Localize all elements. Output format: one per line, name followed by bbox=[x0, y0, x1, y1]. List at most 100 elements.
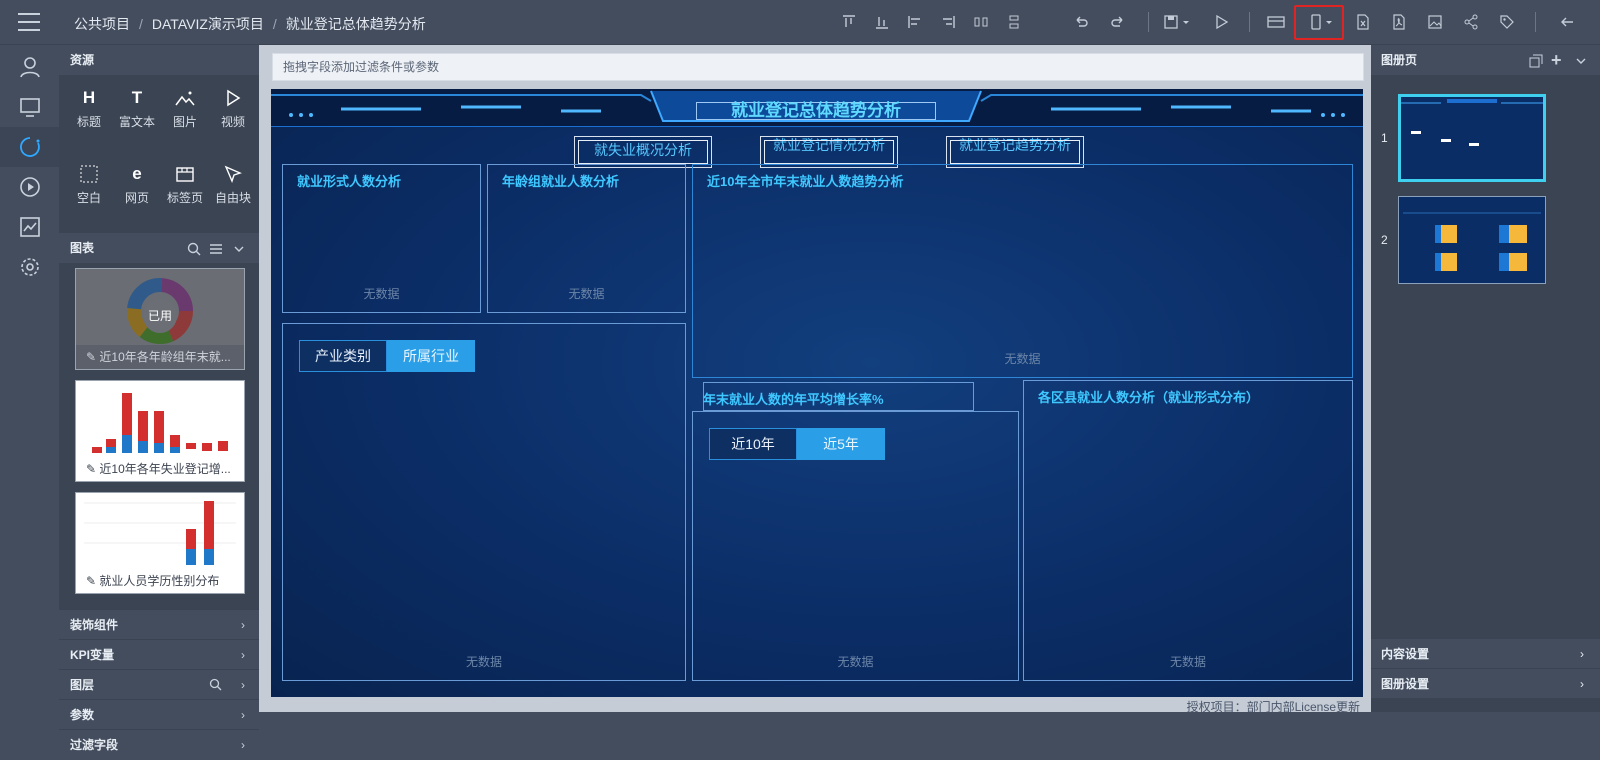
chart-list: 已用 ✎ 近10年各年龄组年末就... ✎ 近10年各年失业登记增... ✎ 就… bbox=[59, 263, 259, 609]
redo-icon[interactable] bbox=[1109, 13, 1127, 31]
toolbar-divider bbox=[1148, 12, 1149, 32]
page-number: 1 bbox=[1381, 131, 1388, 145]
dashboard-title[interactable]: 就业登记总体趋势分析 bbox=[696, 102, 936, 120]
align-right-icon[interactable] bbox=[939, 13, 957, 31]
chevron-right-icon: › bbox=[241, 738, 245, 752]
section-kpi[interactable]: KPI变量 › bbox=[59, 639, 259, 669]
seg-sector[interactable]: 所属行业 bbox=[387, 340, 475, 372]
section-filter-fields[interactable]: 过滤字段 › bbox=[59, 729, 259, 759]
right-panel: 图册页 + 1 2 内容设置 › 图册设置 › bbox=[1371, 45, 1600, 712]
panel-employment-form[interactable]: 就业形式人数分析 无数据 bbox=[282, 164, 481, 313]
resources-grid: H 标题 T 富文本 图片 视频 空白 e 网页 标签页 自由块 bbox=[59, 75, 259, 233]
resource-webpage[interactable]: e 网页 bbox=[113, 161, 161, 233]
charts-header: 图表 bbox=[59, 233, 259, 263]
tag-icon[interactable] bbox=[1498, 13, 1516, 31]
distribute-vertical-icon[interactable] bbox=[1005, 13, 1023, 31]
page-preview bbox=[1403, 212, 1541, 271]
seg-5yr[interactable]: 近5年 bbox=[797, 428, 885, 460]
resource-tabpage[interactable]: 标签页 bbox=[161, 161, 209, 233]
resource-image[interactable]: 图片 bbox=[161, 85, 209, 157]
align-left-icon[interactable] bbox=[906, 13, 924, 31]
trend-chart-icon[interactable] bbox=[0, 207, 59, 247]
panel-industry[interactable]: 产业类别 所属行业 无数据 bbox=[282, 323, 686, 681]
dashboard-icon[interactable] bbox=[0, 127, 59, 167]
share-icon[interactable] bbox=[1462, 13, 1480, 31]
screen-icon[interactable] bbox=[0, 87, 59, 127]
panel-county[interactable]: 各区县就业人数分析（就业形式分布） 无数据 bbox=[1023, 380, 1353, 681]
menu-icon[interactable] bbox=[18, 13, 40, 31]
tab-icon bbox=[172, 161, 198, 187]
section-params[interactable]: 参数 › bbox=[59, 699, 259, 729]
resource-richtext[interactable]: T 富文本 bbox=[113, 85, 161, 157]
canvas-area: 拖拽字段添加过滤条件或参数 就业登记总体趋势分析 就失业概况分析 就业登记情况分… bbox=[259, 45, 1371, 714]
resource-video[interactable]: 视频 bbox=[209, 85, 257, 157]
panel-growth-rate[interactable]: 近10年 近5年 无数据 bbox=[692, 411, 1019, 681]
undo-icon[interactable] bbox=[1072, 13, 1090, 31]
add-page-icon[interactable]: + bbox=[1551, 45, 1562, 75]
chart-thumb-caption: ✎ 近10年各年龄组年末就... bbox=[76, 345, 244, 369]
chevron-down-icon[interactable] bbox=[1575, 45, 1587, 75]
resource-freeblock[interactable]: 自由块 bbox=[209, 161, 257, 233]
preview-play-icon[interactable] bbox=[1212, 13, 1230, 31]
align-top-icon[interactable] bbox=[840, 13, 858, 31]
edit-icon: ✎ bbox=[86, 574, 100, 588]
chart-thumb[interactable]: ✎ 就业人员学历性别分布 bbox=[75, 492, 245, 594]
toolbar-divider bbox=[1249, 12, 1250, 32]
chart-thumb[interactable]: 已用 ✎ 近10年各年龄组年末就... bbox=[75, 268, 245, 370]
no-data-text: 无数据 bbox=[1004, 352, 1041, 366]
breadcrumb-root[interactable]: 公共项目 bbox=[74, 16, 130, 32]
export-excel-icon[interactable] bbox=[1354, 13, 1372, 31]
edit-icon: ✎ bbox=[86, 462, 100, 476]
filter-drop-zone[interactable]: 拖拽字段添加过滤条件或参数 bbox=[272, 53, 1364, 81]
page-thumb-2[interactable] bbox=[1398, 196, 1546, 284]
panel-10yr-trend[interactable]: 近10年全市年末就业人数趋势分析 无数据 bbox=[692, 164, 1353, 378]
pc-view-icon[interactable] bbox=[1267, 13, 1285, 31]
chart-thumb-caption: ✎ 近10年各年失业登记增... bbox=[76, 457, 244, 481]
chevron-down-icon[interactable] bbox=[233, 233, 245, 263]
no-data-text: 无数据 bbox=[1169, 655, 1206, 669]
blank-icon bbox=[76, 161, 102, 187]
resource-title[interactable]: H 标题 bbox=[65, 85, 113, 157]
chevron-right-icon: › bbox=[1580, 647, 1584, 661]
panel-age-group[interactable]: 年龄组就业人数分析 无数据 bbox=[487, 164, 686, 313]
highlight-box bbox=[1294, 5, 1344, 40]
save-menu-icon[interactable] bbox=[1163, 13, 1193, 31]
export-pdf-icon[interactable] bbox=[1390, 13, 1408, 31]
seg-10yr[interactable]: 近10年 bbox=[709, 428, 797, 460]
used-badge: 已用 bbox=[143, 299, 177, 333]
chart-thumb[interactable]: ✎ 近10年各年失业登记增... bbox=[75, 380, 245, 482]
play-circle-icon[interactable] bbox=[0, 167, 59, 207]
chevron-right-icon: › bbox=[241, 708, 245, 722]
page-thumb-1[interactable] bbox=[1398, 94, 1546, 182]
heading-icon: H bbox=[82, 88, 96, 107]
no-data-text: 无数据 bbox=[363, 287, 400, 301]
align-bottom-icon[interactable] bbox=[873, 13, 891, 31]
album-settings[interactable]: 图册设置 › bbox=[1371, 668, 1600, 698]
dashboard-header: 就业登记总体趋势分析 bbox=[271, 89, 1363, 127]
web-icon: e bbox=[132, 164, 142, 183]
search-icon[interactable] bbox=[209, 672, 222, 702]
back-arrow-icon[interactable] bbox=[1558, 13, 1576, 31]
user-icon[interactable] bbox=[0, 47, 59, 87]
top-bar: 公共项目 / DATAVIZ演示项目 / 就业登记总体趋势分析 bbox=[0, 0, 1600, 45]
period-segmented: 近10年 近5年 bbox=[709, 428, 885, 460]
export-image-icon[interactable] bbox=[1426, 13, 1444, 31]
list-icon[interactable] bbox=[209, 233, 223, 263]
breadcrumb-project[interactable]: DATAVIZ演示项目 bbox=[152, 16, 264, 32]
search-icon[interactable] bbox=[187, 233, 201, 263]
distribute-horizontal-icon[interactable] bbox=[972, 13, 990, 31]
toolbar-divider bbox=[1535, 12, 1536, 32]
copy-page-icon[interactable] bbox=[1529, 45, 1543, 75]
chart-thumb-caption: ✎ 就业人员学历性别分布 bbox=[76, 569, 244, 593]
section-layers[interactable]: 图层 › bbox=[59, 669, 259, 699]
free-block-icon bbox=[220, 161, 246, 187]
bar-chart-preview bbox=[92, 393, 228, 453]
section-decoration[interactable]: 装饰组件 › bbox=[59, 609, 259, 639]
resource-blank[interactable]: 空白 bbox=[65, 161, 113, 233]
image-icon bbox=[172, 85, 198, 111]
gear-icon[interactable] bbox=[0, 247, 59, 287]
growth-title-box[interactable]: 年末就业人数的年平均增长率% bbox=[703, 382, 974, 411]
seg-industry-category[interactable]: 产业类别 bbox=[299, 340, 387, 372]
breadcrumb-current: 就业登记总体趋势分析 bbox=[285, 16, 426, 32]
content-settings[interactable]: 内容设置 › bbox=[1371, 638, 1600, 668]
